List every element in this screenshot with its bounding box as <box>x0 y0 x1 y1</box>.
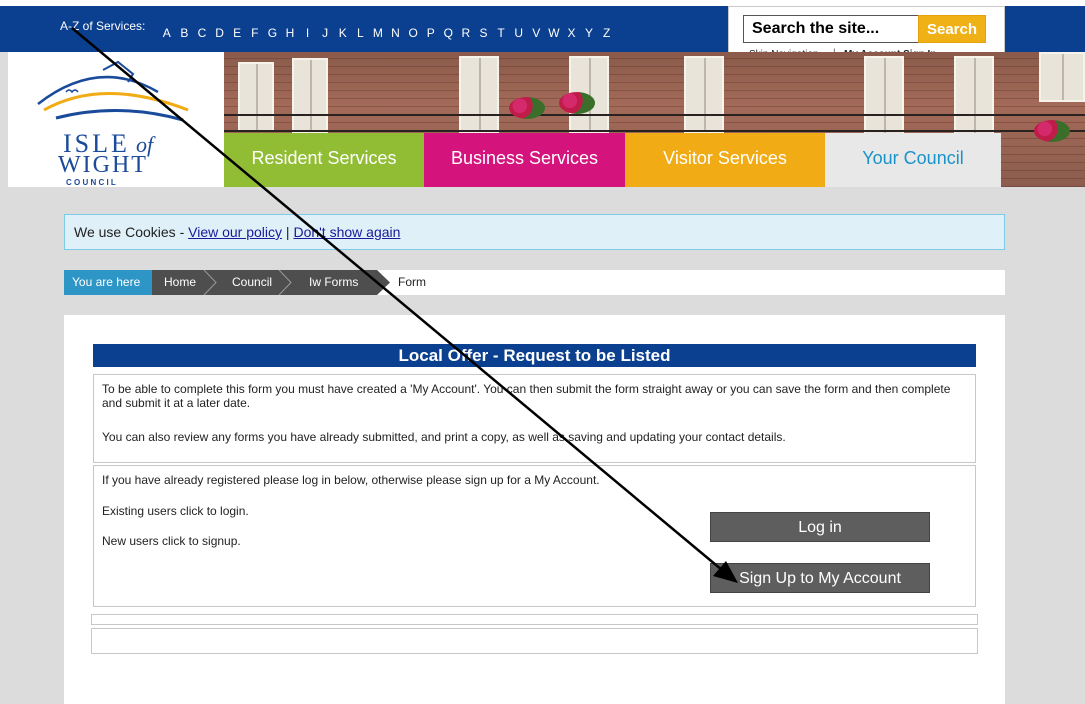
empty-panel <box>91 628 978 654</box>
chevron-right-icon <box>377 270 390 295</box>
nav-resident-services[interactable]: Resident Services <box>224 133 424 187</box>
az-letter-link[interactable]: L <box>352 23 370 43</box>
az-letter-link[interactable]: F <box>246 23 264 43</box>
az-services-label: A-Z of Services: <box>60 19 146 33</box>
az-letter-link[interactable]: I <box>299 23 317 43</box>
logo-word-council: C O U N C I L <box>66 178 116 187</box>
az-letter-link[interactable]: P <box>422 23 440 43</box>
logo-word-wight: WIGHT <box>58 152 148 178</box>
cookie-dismiss-link[interactable]: Don't show again <box>293 224 400 240</box>
az-letter-link[interactable]: S <box>475 23 493 43</box>
main-content: Local Offer - Request to be Listed To be… <box>64 315 1005 704</box>
sign-up-button[interactable]: Sign Up to My Account <box>710 563 930 593</box>
cookie-divider: | <box>282 224 294 240</box>
az-letter-link[interactable]: G <box>264 23 282 43</box>
intro-panel: To be able to complete this form you mus… <box>93 374 976 463</box>
az-letter-link[interactable]: O <box>404 23 422 43</box>
search-input[interactable] <box>743 15 931 43</box>
az-letter-link[interactable]: M <box>369 23 387 43</box>
az-letter-link[interactable]: N <box>387 23 405 43</box>
az-letter-link[interactable]: T <box>492 23 510 43</box>
cookie-policy-link[interactable]: View our policy <box>188 224 282 240</box>
nav-business-services[interactable]: Business Services <box>424 133 625 187</box>
az-letter-link[interactable]: J <box>316 23 334 43</box>
chevron-right-icon <box>278 270 292 295</box>
az-letter-link[interactable]: B <box>176 23 194 43</box>
az-letter-list: A B C D E F G H I J K L M N O P Q R S T … <box>158 23 615 43</box>
az-letter-link[interactable]: K <box>334 23 352 43</box>
breadcrumb-you-are-here: You are here <box>64 270 152 295</box>
chevron-right-icon <box>203 270 217 295</box>
breadcrumb-iw-forms[interactable]: Iw Forms <box>285 270 377 295</box>
az-letter-link[interactable]: Y <box>580 23 598 43</box>
intro-paragraph: To be able to complete this form you mus… <box>102 382 951 410</box>
cookie-notice: We use Cookies - View our policy | Don't… <box>64 214 1005 250</box>
az-letter-link[interactable]: H <box>281 23 299 43</box>
nav-visitor-services[interactable]: Visitor Services <box>625 133 825 187</box>
breadcrumb: You are here Home Council Iw Forms Form <box>64 270 1005 295</box>
az-letter-link[interactable]: R <box>457 23 475 43</box>
council-logo[interactable]: ISLE of WIGHT C O U N C I L <box>8 52 224 187</box>
az-letter-link[interactable]: E <box>228 23 246 43</box>
cookie-text: We use Cookies - <box>74 224 189 240</box>
az-letter-link[interactable]: X <box>563 23 581 43</box>
az-letter-link[interactable]: C <box>193 23 211 43</box>
swoosh-logo-icon: ISLE of WIGHT C O U N C I L <box>37 60 189 187</box>
login-prompt: If you have already registered please lo… <box>102 473 600 487</box>
az-letter-link[interactable]: Q <box>440 23 458 43</box>
nav-your-council[interactable]: Your Council <box>825 133 1001 187</box>
empty-panel <box>91 614 978 625</box>
az-letter-link[interactable]: U <box>510 23 528 43</box>
intro-paragraph: You can also review any forms you have a… <box>102 430 786 444</box>
breadcrumb-council[interactable]: Council <box>210 270 285 295</box>
az-letter-link[interactable]: V <box>527 23 545 43</box>
form-title: Local Offer - Request to be Listed <box>93 344 976 367</box>
az-letter-link[interactable]: A <box>158 23 176 43</box>
existing-users-text: Existing users click to login. <box>102 504 249 518</box>
az-letter-link[interactable]: W <box>545 23 563 43</box>
log-in-button[interactable]: Log in <box>710 512 930 542</box>
new-users-text: New users click to signup. <box>102 534 241 548</box>
az-letter-link[interactable]: D <box>211 23 229 43</box>
search-button[interactable]: Search <box>918 15 986 43</box>
breadcrumb-current: Form <box>398 275 426 289</box>
az-letter-link[interactable]: Z <box>598 23 616 43</box>
